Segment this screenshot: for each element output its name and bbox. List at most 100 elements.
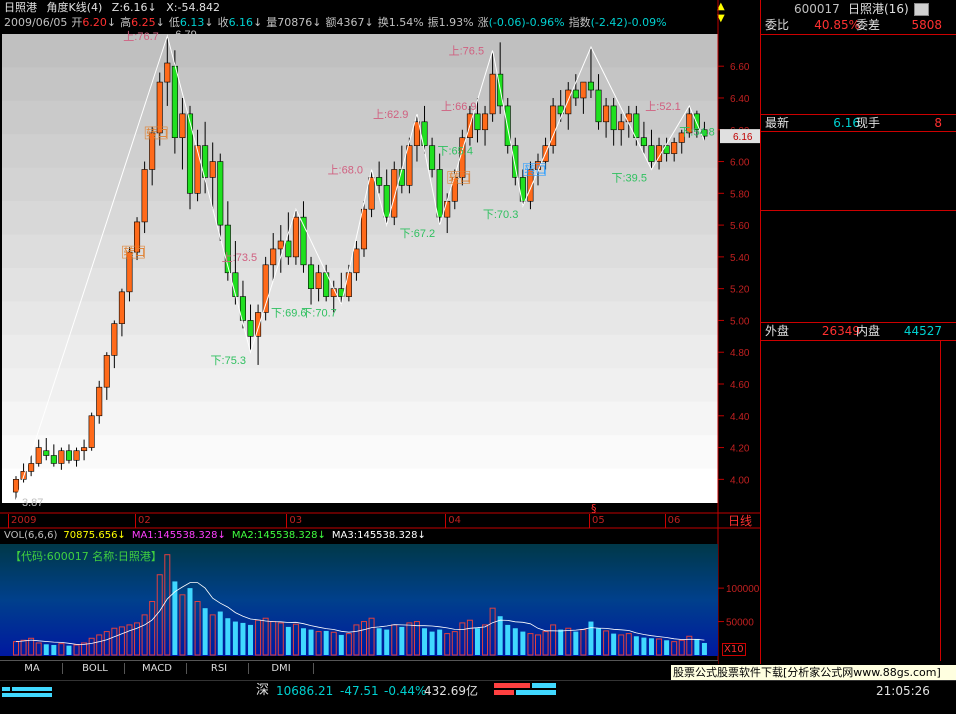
price-axis-label: 5.20: [730, 285, 750, 296]
date-axis-label: 04: [445, 514, 461, 528]
annotation-label: 上:66.9: [441, 100, 476, 113]
date-axis-label: 03: [286, 514, 302, 528]
annotation-label: 下:39.5: [611, 172, 646, 184]
annotation-label: 转口: [449, 170, 471, 184]
volume-bar: [474, 628, 480, 655]
volume-unit: X10: [722, 643, 746, 656]
weicha-label: 委差: [856, 18, 881, 32]
volume-bar: [429, 631, 435, 655]
volume-axis-label: 100000: [726, 584, 760, 595]
annotation-label: 上:76.7: [123, 30, 158, 43]
candle-body: [383, 185, 390, 218]
volume-axis-label: 50000: [726, 618, 754, 629]
candle-body: [474, 113, 481, 131]
tab-macd[interactable]: MACD: [124, 663, 189, 674]
candle-body: [376, 177, 383, 186]
candle-body: [111, 323, 118, 356]
clock: 21:05:26: [876, 684, 930, 698]
index-value: 10686.21: [276, 684, 334, 698]
price-axis-label: 6.60: [730, 62, 750, 73]
candle-body: [58, 450, 65, 464]
kline-chart[interactable]: 上:76.7 上:73.5 上:68.0 上:62.9 上:66.9 上:76.5 上:52…: [0, 0, 760, 680]
price-axis-label: 6.40: [730, 94, 750, 105]
volume-stat: MA2:145538.328↓: [231, 530, 326, 541]
candle-body: [50, 455, 57, 464]
candle-body: [247, 320, 254, 337]
volume-bar: [399, 626, 405, 655]
weibi-label: 委比: [765, 18, 790, 32]
candle-body: [217, 161, 224, 226]
candle-body: [35, 447, 42, 464]
tab-rsi[interactable]: RSI: [186, 663, 251, 674]
candle-body: [209, 161, 216, 178]
volume-bar: [701, 642, 707, 655]
candle-body: [648, 145, 655, 162]
price-axis-label: 4.20: [730, 444, 750, 455]
candle-body: [171, 65, 178, 138]
quote-name: 日照港(16): [848, 2, 909, 16]
annotation-label: 下:54.8: [679, 127, 714, 139]
candle-body: [73, 450, 80, 461]
tab-ma[interactable]: MA: [0, 663, 64, 674]
candle-body: [65, 450, 72, 461]
candle-body: [12, 479, 20, 493]
volume-bar: [308, 629, 314, 655]
indicator-tabs: MA BOLL MACD RSI DMI: [0, 660, 718, 679]
volume-stat: VOL(6,6,6): [4, 530, 58, 541]
date-axis-label: 05: [588, 514, 605, 528]
market-strength-bar: [494, 683, 556, 697]
price-axis-label: 4.00: [730, 475, 750, 486]
candle-body: [186, 113, 194, 194]
weicha-value: 5808: [911, 18, 942, 32]
tab-boll[interactable]: BOLL: [62, 663, 127, 674]
weibi-value: 40.85%: [814, 18, 860, 32]
annotation-label: 转口: [524, 162, 546, 176]
volume-bar: [66, 645, 72, 655]
volume-bar: [323, 630, 329, 655]
candle-body: [103, 355, 110, 388]
candle-body: [640, 137, 647, 146]
candle-body: [512, 145, 519, 178]
volume-bar: [437, 629, 443, 655]
xianshou-value: 8: [934, 116, 942, 130]
candle-body: [345, 272, 352, 297]
annotation-label: 上:68.0: [328, 163, 363, 176]
annotation-label: 转口: [146, 126, 168, 140]
volume-bar: [641, 637, 647, 655]
split-marker-icon: §: [591, 502, 597, 515]
candle-body: [587, 81, 594, 91]
price-axis-label: 5.00: [730, 316, 750, 327]
index-amount: 432.69亿: [424, 684, 478, 698]
volume-bar: [596, 628, 602, 655]
tick-scrollbar[interactable]: [940, 341, 941, 661]
date-axis: 2009 02 03 04 05 06: [0, 514, 718, 528]
candle-body: [118, 291, 125, 324]
volume-bar: [611, 633, 617, 655]
index-label: 深: [256, 683, 270, 698]
latest-label: 最新: [765, 116, 790, 130]
quote-code: 600017: [794, 2, 840, 16]
candle-body: [406, 145, 413, 186]
tab-dmi[interactable]: DMI: [248, 663, 314, 674]
candle-body: [96, 386, 103, 417]
status-bar: 深 10686.21 -47.51 -0.44% 432.69亿 21:05:2…: [0, 680, 956, 714]
volume-bar: [497, 616, 503, 655]
candle-body: [88, 415, 95, 448]
volume-bar: [694, 638, 700, 655]
volume-bar: [217, 611, 223, 655]
candle-body: [164, 62, 171, 83]
candle-body: [595, 89, 602, 123]
latest-value: 6.16: [833, 116, 860, 130]
volume-code-label: 【代码:600017 名称:日照港】: [10, 550, 162, 563]
ad-banner-text[interactable]: 股票公式股票软件下载[分析家公式网www.88gs.com]: [673, 666, 941, 679]
candle-body: [28, 463, 35, 472]
volume-bar: [648, 638, 654, 655]
window-icon[interactable]: [914, 3, 929, 16]
annotation-label: 上:73.5: [222, 251, 257, 264]
candle-body: [368, 177, 375, 210]
xianshou-label: 现手: [856, 116, 881, 130]
volume-bar: [172, 581, 178, 655]
date-axis-label: 2009: [8, 514, 36, 528]
annotation-label: 下:67.2: [400, 228, 435, 240]
volume-bar: [300, 628, 306, 655]
